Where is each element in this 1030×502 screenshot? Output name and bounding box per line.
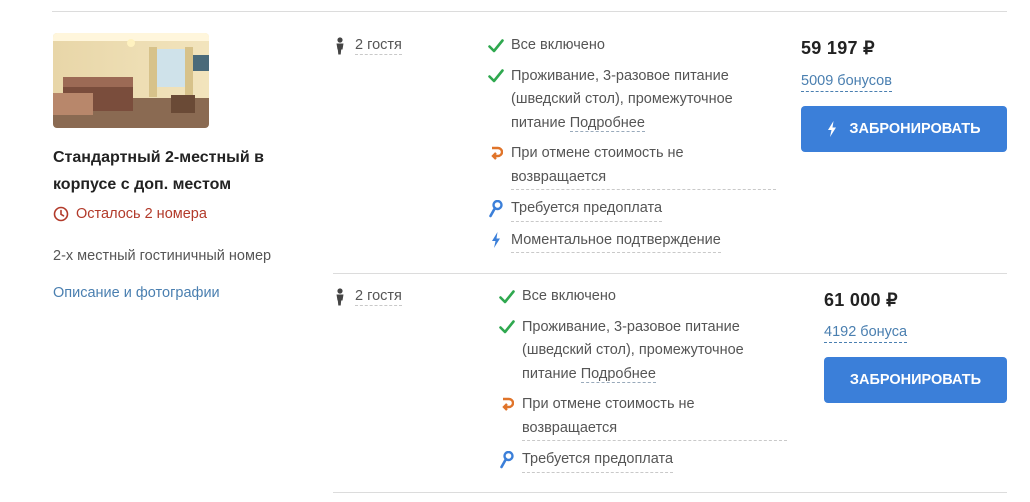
meals-more-link[interactable]: Подробнее xyxy=(569,114,645,132)
condition-all-inclusive: Все включено xyxy=(499,285,799,309)
bonus-link[interactable]: 5009 бонусов xyxy=(801,72,892,92)
condition-meals: Проживание, 3-разовое питание (шведский … xyxy=(488,65,788,136)
price: 59 197 ₽ xyxy=(801,38,875,58)
checkmark-icon xyxy=(499,319,515,336)
rate-conditions: Все включено Проживание, 3-разовое питан… xyxy=(488,34,788,253)
condition-all-inclusive: Все включено xyxy=(488,34,788,58)
guests-count[interactable]: 2 гостя xyxy=(333,288,402,306)
book-button[interactable]: Забронировать xyxy=(824,357,1007,403)
checkmark-icon xyxy=(499,288,515,305)
cancel-return-icon xyxy=(488,145,504,162)
person-icon xyxy=(336,288,344,306)
checkmark-icon xyxy=(488,37,504,54)
person-icon xyxy=(336,37,344,55)
condition-prepay: Требуется предоплата xyxy=(488,197,788,222)
clock-icon xyxy=(53,206,69,222)
condition-instant-confirm: Моментальное подтверждение xyxy=(488,229,788,253)
room-photo[interactable] xyxy=(53,33,209,128)
key-icon xyxy=(499,450,515,468)
description-photos-link[interactable]: Описание и фотографии xyxy=(53,285,220,301)
room-title: Стандартный 2-местный в корпусе с доп. м… xyxy=(53,149,264,193)
rate-divider xyxy=(333,492,1007,493)
cancel-return-icon xyxy=(499,396,515,413)
price: 61 000 ₽ xyxy=(824,290,898,310)
book-button[interactable]: Забронировать xyxy=(801,106,1007,152)
rate-divider xyxy=(333,273,1007,274)
checkmark-icon xyxy=(488,68,504,85)
top-divider xyxy=(52,11,1007,12)
condition-meals: Проживание, 3-разовое питание (шведский … xyxy=(499,316,799,387)
guests-count[interactable]: 2 гостя xyxy=(333,37,402,55)
lightning-icon xyxy=(488,232,504,249)
rooms-left-badge: Осталось 2 номера xyxy=(53,206,207,222)
condition-cancellation: При отмене стоимость не возвращается xyxy=(488,142,788,190)
rooms-left-text: Осталось 2 номера xyxy=(76,206,207,222)
rate-conditions: Все включено Проживание, 3-разовое питан… xyxy=(499,285,799,473)
condition-cancellation: При отмене стоимость не возвращается xyxy=(499,393,799,441)
meals-more-link[interactable]: Подробнее xyxy=(580,365,656,383)
lightning-icon xyxy=(828,121,837,137)
room-type: 2-х местный гостиничный номер xyxy=(53,248,272,264)
bonus-link[interactable]: 4192 бонуса xyxy=(824,323,908,343)
key-icon xyxy=(488,199,504,217)
condition-prepay: Требуется предоплата xyxy=(499,448,799,473)
